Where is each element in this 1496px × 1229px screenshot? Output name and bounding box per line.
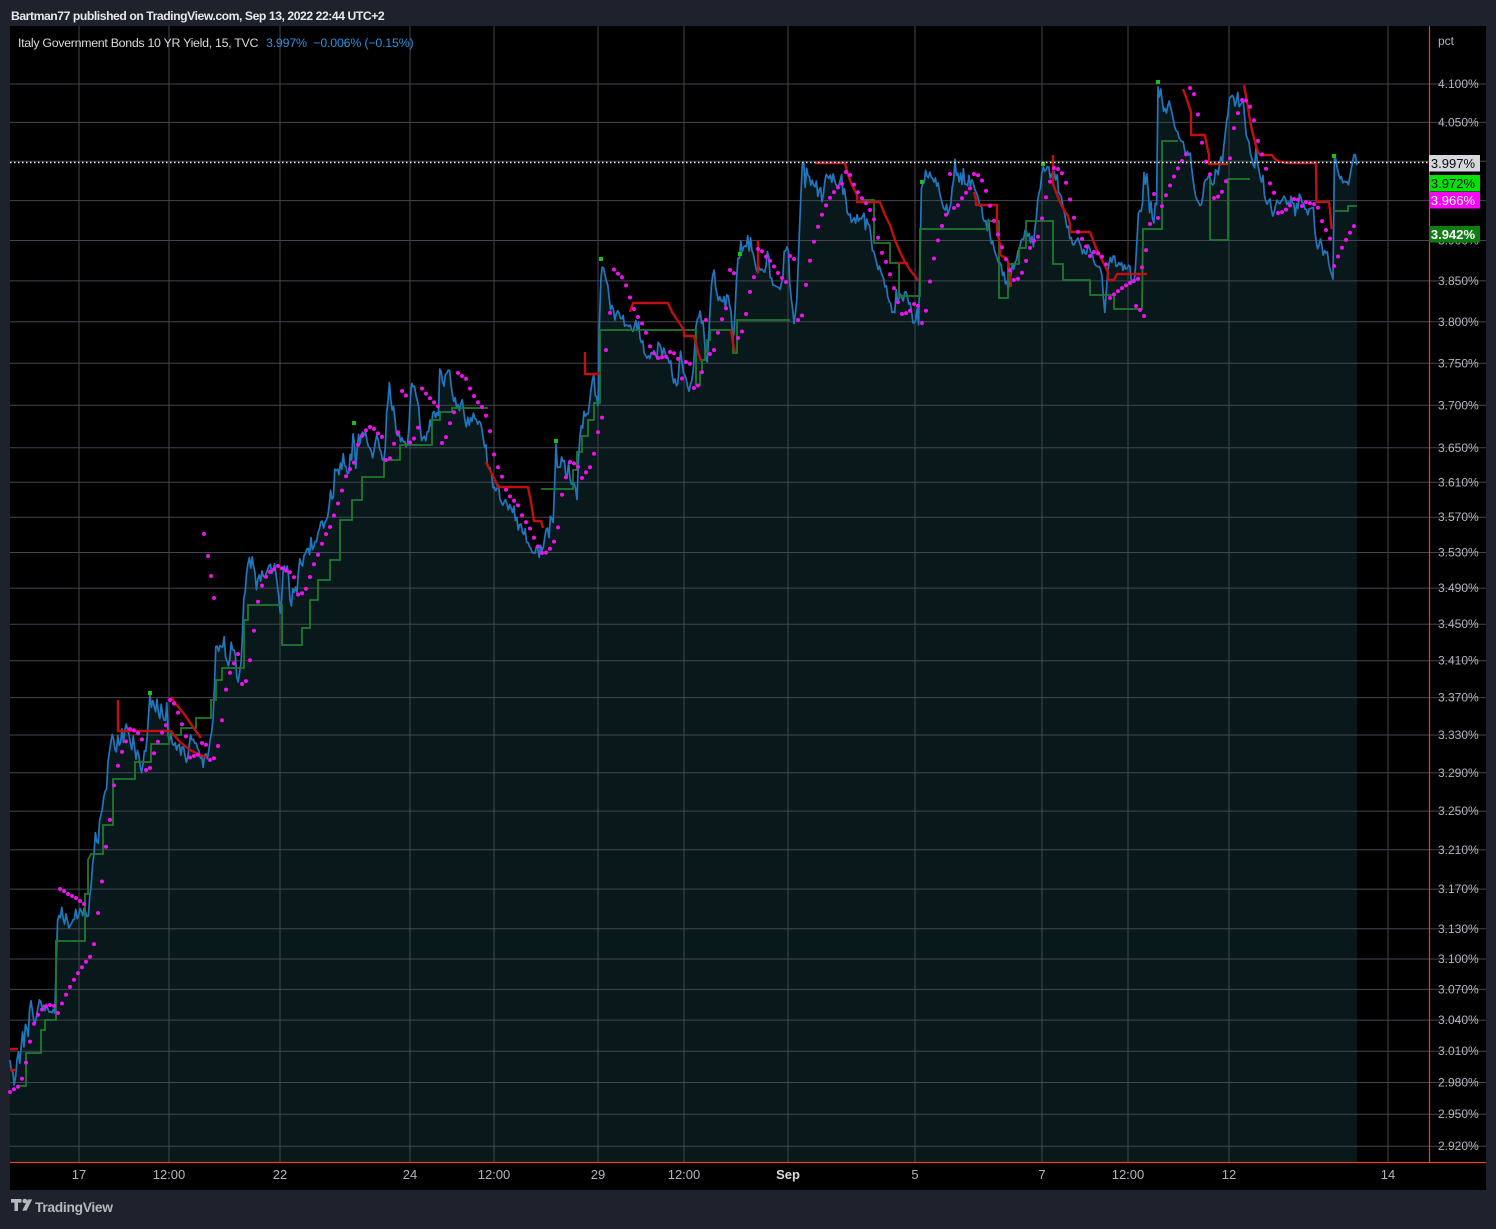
svg-text:3.997% −0.006% (−0.15%): 3.997% −0.006% (−0.15%) [266,36,414,50]
svg-text:pct: pct [1438,34,1455,48]
svg-text:12: 12 [1222,1167,1236,1182]
svg-text:3.370%: 3.370% [1438,691,1479,705]
svg-text:3.330%: 3.330% [1438,728,1479,742]
svg-text:3.972%: 3.972% [1431,176,1476,191]
svg-text:14: 14 [1381,1167,1395,1182]
svg-text:3.100%: 3.100% [1438,952,1479,966]
svg-text:3.800%: 3.800% [1438,315,1479,329]
svg-text:3.410%: 3.410% [1438,654,1479,668]
svg-text:5: 5 [911,1167,918,1182]
svg-text:3.290%: 3.290% [1438,766,1479,780]
svg-text:3.450%: 3.450% [1438,617,1479,631]
svg-text:3.010%: 3.010% [1438,1044,1479,1058]
svg-text:3.040%: 3.040% [1438,1013,1479,1027]
svg-text:3.210%: 3.210% [1438,843,1479,857]
svg-text:Sep: Sep [776,1167,800,1182]
svg-text:12:00: 12:00 [668,1167,701,1182]
svg-text:Bartman77 published on Trading: Bartman77 published on TradingView.com, … [11,9,385,23]
svg-text:29: 29 [591,1167,605,1182]
svg-text:17: 17 [72,1167,86,1182]
svg-text:3.850%: 3.850% [1438,274,1479,288]
svg-text:3.997%: 3.997% [1431,156,1476,171]
svg-text:2.980%: 2.980% [1438,1076,1479,1090]
svg-text:3.700%: 3.700% [1438,398,1479,412]
svg-text:3.966%: 3.966% [1431,193,1476,208]
svg-text:3.750%: 3.750% [1438,356,1479,370]
svg-text:TradingView: TradingView [35,1200,113,1215]
svg-text:4.050%: 4.050% [1438,115,1479,129]
svg-text:Italy Government Bonds 10 YR Y: Italy Government Bonds 10 YR Yield, 15, … [18,36,258,50]
svg-text:3.570%: 3.570% [1438,510,1479,524]
svg-text:12:00: 12:00 [153,1167,186,1182]
svg-text:12:00: 12:00 [478,1167,511,1182]
svg-text:3.530%: 3.530% [1438,546,1479,560]
svg-text:2.920%: 2.920% [1438,1139,1479,1153]
svg-text:3.170%: 3.170% [1438,882,1479,896]
svg-text:2.950%: 2.950% [1438,1107,1479,1121]
svg-text:3.130%: 3.130% [1438,922,1479,936]
svg-text:3.490%: 3.490% [1438,581,1479,595]
svg-text:3.610%: 3.610% [1438,475,1479,489]
svg-text:24: 24 [403,1167,417,1182]
svg-text:3.942%: 3.942% [1431,227,1476,242]
svg-text:4.100%: 4.100% [1438,77,1479,91]
svg-text:3.070%: 3.070% [1438,982,1479,996]
svg-text:22: 22 [273,1167,287,1182]
svg-text:12:00: 12:00 [1112,1167,1145,1182]
svg-text:7: 7 [1038,1167,1045,1182]
svg-text:3.250%: 3.250% [1438,804,1479,818]
svg-text:3.650%: 3.650% [1438,441,1479,455]
